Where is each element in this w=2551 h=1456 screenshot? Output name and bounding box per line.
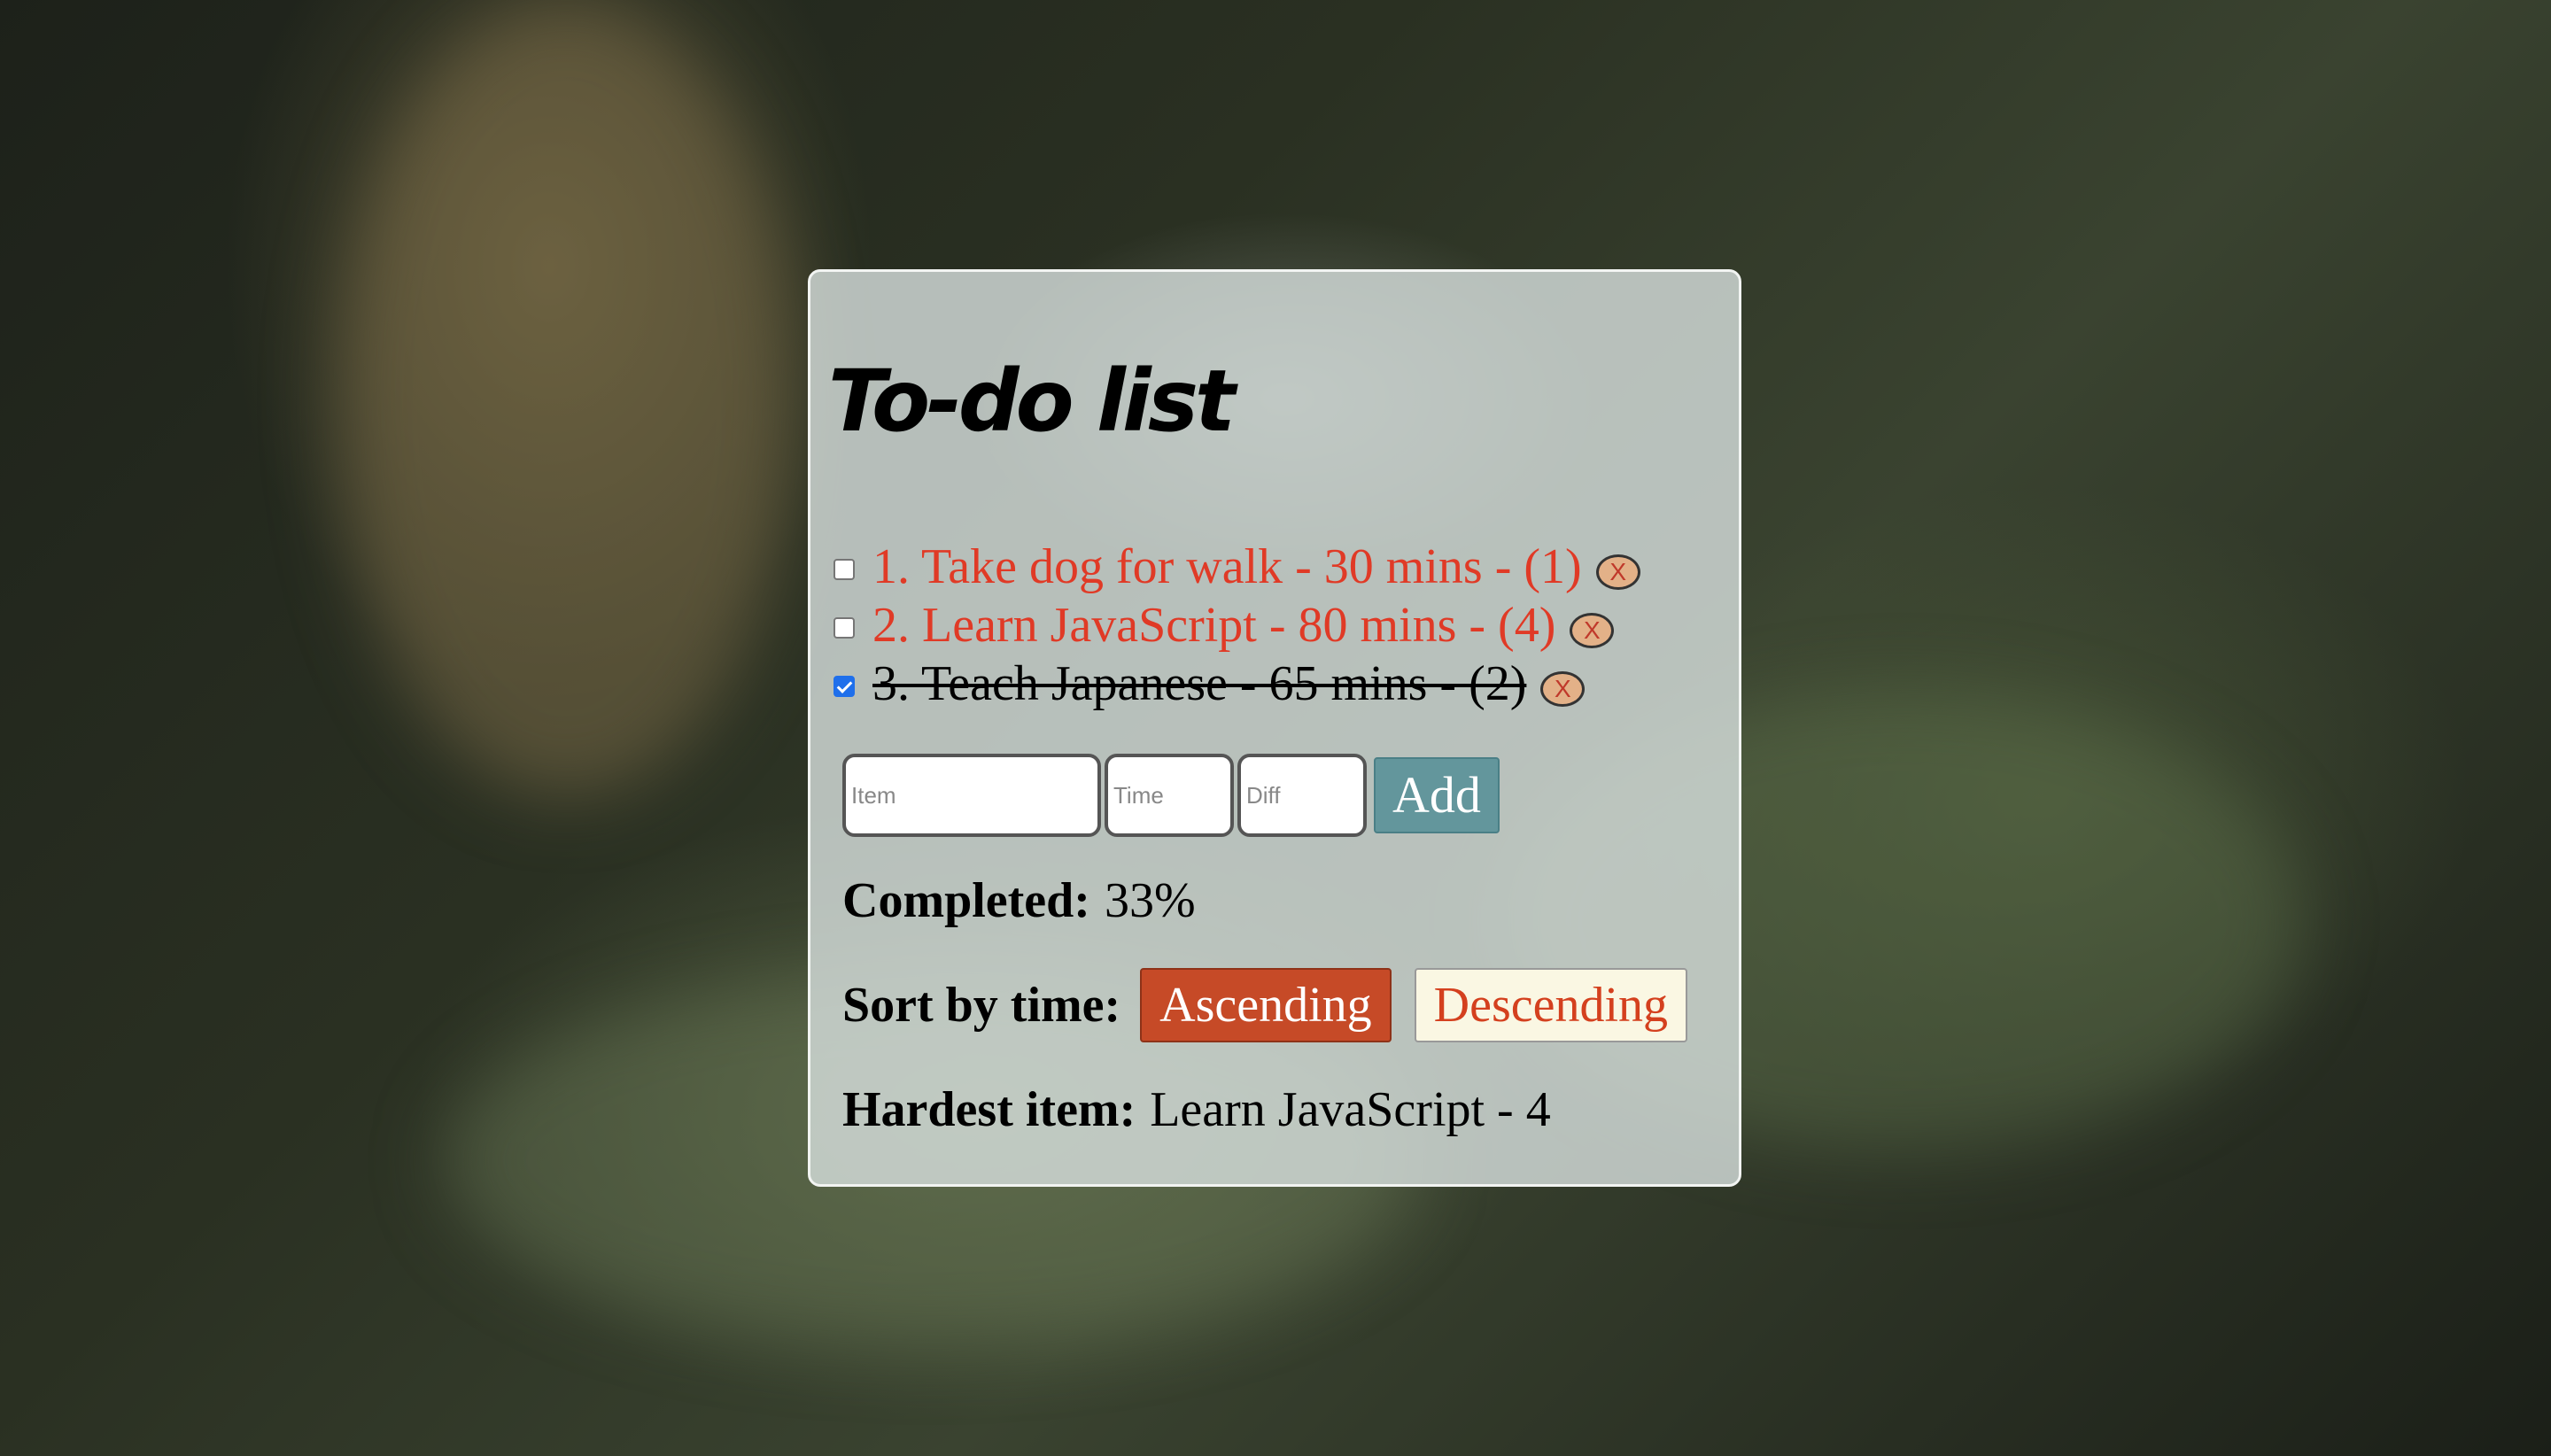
todo-item: 1. Take dog for walk - 30 mins - (1) X xyxy=(834,538,1640,596)
difficulty-input[interactable] xyxy=(1237,754,1367,837)
background-blur-branch xyxy=(337,0,797,797)
add-item-form: Add xyxy=(842,754,1500,837)
item-input[interactable] xyxy=(842,754,1101,837)
delete-button[interactable]: X xyxy=(1570,613,1615,648)
completed-value: 33% xyxy=(1104,873,1196,928)
hardest-item-stat: Hardest item: Learn JavaScript - 4 xyxy=(842,1081,1551,1138)
todo-text: 2. Learn JavaScript - 80 mins - (4) xyxy=(872,598,1556,653)
todo-item: 2. Learn JavaScript - 80 mins - (4) X xyxy=(834,596,1640,654)
sort-label: Sort by time: xyxy=(842,978,1121,1033)
sort-ascending-button[interactable]: Ascending xyxy=(1140,968,1392,1042)
todo-card: To-do list 1. Take dog for walk - 30 min… xyxy=(808,269,1741,1187)
delete-button[interactable]: X xyxy=(1595,554,1640,590)
todo-checkbox[interactable] xyxy=(834,676,855,697)
completed-label: Completed: xyxy=(842,873,1090,928)
todo-checkbox[interactable] xyxy=(834,617,855,639)
todo-text: 3. Teach Japanese - 65 mins - (2) xyxy=(872,656,1527,711)
hardest-value: Learn JavaScript - 4 xyxy=(1150,1082,1551,1137)
sort-descending-button[interactable]: Descending xyxy=(1414,968,1688,1042)
todo-text: 1. Take dog for walk - 30 mins - (1) xyxy=(872,539,1582,594)
todo-checkbox[interactable] xyxy=(834,559,855,580)
completed-stat: Completed: 33% xyxy=(842,872,1196,929)
add-button[interactable]: Add xyxy=(1374,757,1500,833)
sort-controls: Sort by time: Ascending Descending xyxy=(842,968,1688,1042)
delete-button[interactable]: X xyxy=(1540,671,1586,707)
hardest-label: Hardest item: xyxy=(842,1082,1136,1137)
time-input[interactable] xyxy=(1105,754,1234,837)
page-title: To-do list xyxy=(828,352,1236,451)
todo-item: 3. Teach Japanese - 65 mins - (2) X xyxy=(834,654,1640,713)
todo-list: 1. Take dog for walk - 30 mins - (1) X 2… xyxy=(834,538,1640,713)
